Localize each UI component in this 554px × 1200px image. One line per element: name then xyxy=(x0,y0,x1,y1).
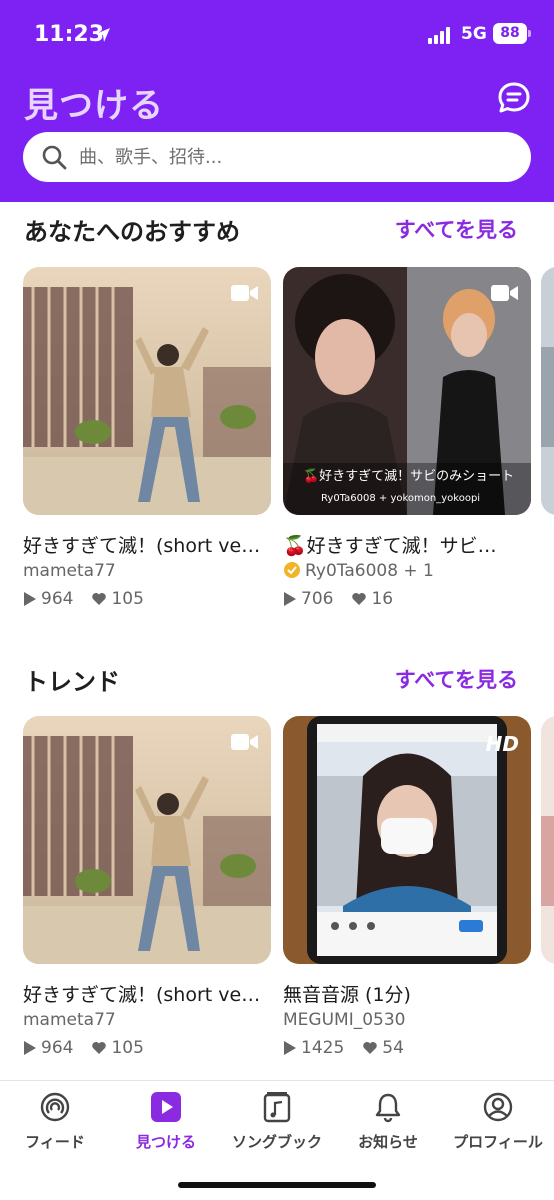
feed-icon xyxy=(40,1092,70,1122)
song-artist[interactable]: MEGUMI_0530 xyxy=(283,1010,405,1030)
video-icon xyxy=(231,285,258,301)
dancer-photo xyxy=(23,267,271,515)
header: 11:23 5G 88 見つける xyxy=(0,0,554,202)
play-count-icon xyxy=(284,592,296,606)
play-count-icon xyxy=(24,592,36,606)
video-icon xyxy=(491,285,518,301)
search-input[interactable] xyxy=(79,132,509,182)
like-count: 105 xyxy=(111,589,144,609)
section-title-recommended: あなたへのおすすめ xyxy=(24,218,240,246)
song-title[interactable]: 好きすぎて滅！(short ve… xyxy=(23,531,279,558)
like-count: 54 xyxy=(382,1038,404,1058)
see-all-trends-link[interactable]: すべてを見る xyxy=(395,664,518,694)
hd-badge: HD xyxy=(485,732,519,756)
song-stats: 964 105 xyxy=(23,1038,144,1058)
bell-icon xyxy=(375,1093,401,1123)
like-count: 16 xyxy=(371,589,394,609)
status-bar: 11:23 5G 88 xyxy=(0,0,554,70)
heart-icon xyxy=(92,1042,107,1054)
song-title[interactable]: 🍒好きすぎて滅！サビ… xyxy=(283,531,521,558)
nav-notifications[interactable]: お知らせ xyxy=(333,1081,443,1161)
song-thumbnail[interactable]: 🍒好きすぎて滅！サビのみショート Ry0Ta6008 + yokomon_yok… xyxy=(283,267,531,515)
play-count-icon xyxy=(284,1041,296,1055)
nav-label: フィード xyxy=(25,1133,85,1151)
dancer-photo xyxy=(23,716,271,964)
overlay-caption: 🍒好きすぎて滅！サビのみショート xyxy=(303,468,514,484)
page-title: 見つける xyxy=(24,86,164,126)
nav-songbook[interactable]: ソングブック xyxy=(222,1081,332,1161)
play-count-icon xyxy=(24,1041,36,1055)
battery-tip xyxy=(528,30,531,37)
song-artist[interactable]: mameta77 xyxy=(23,1010,116,1030)
play-count: 964 xyxy=(41,1038,74,1058)
home-indicator xyxy=(178,1182,376,1188)
nav-feed[interactable]: フィード xyxy=(0,1081,110,1161)
heart-icon xyxy=(363,1042,378,1054)
song-stats: 964 105 xyxy=(23,589,144,609)
signal-icon xyxy=(428,26,454,44)
section-title-trends: トレンド xyxy=(24,668,120,696)
discover-screen: 11:23 5G 88 見つける 曲、歌手、招待... あなたへのおすすめ すべ… xyxy=(0,0,554,1200)
overlay-sub: Ry0Ta6008 + yokomon_yokoopi xyxy=(321,493,480,504)
discover-icon xyxy=(151,1092,181,1122)
play-count: 706 xyxy=(301,589,334,609)
song-artist-name: Ry0Ta6008 + 1 xyxy=(305,561,434,581)
like-count: 105 xyxy=(111,1038,144,1058)
nav-profile[interactable]: プロフィール xyxy=(443,1081,553,1161)
song-thumbnail[interactable]: HD xyxy=(283,716,531,964)
see-all-recommended-link[interactable]: すべてを見る xyxy=(395,214,518,244)
profile-icon xyxy=(483,1092,513,1122)
songbook-icon xyxy=(263,1092,291,1123)
nav-label: プロフィール xyxy=(453,1133,543,1151)
play-count: 1425 xyxy=(301,1038,345,1058)
heart-icon xyxy=(92,593,107,605)
nav-label: 見つける xyxy=(135,1133,196,1151)
nav-discover[interactable]: 見つける xyxy=(111,1081,221,1161)
song-thumbnail[interactable] xyxy=(23,267,271,515)
partial-photo xyxy=(541,716,554,964)
verified-badge-icon xyxy=(284,562,300,578)
song-stats: 706 16 xyxy=(283,589,393,609)
search-icon xyxy=(42,145,67,170)
song-stats: 1425 54 xyxy=(283,1038,404,1058)
location-arrow-icon xyxy=(96,28,110,42)
song-thumbnail[interactable] xyxy=(23,716,271,964)
play-count: 964 xyxy=(41,589,74,609)
nav-label: ソングブック xyxy=(231,1133,322,1151)
video-icon xyxy=(231,734,258,750)
song-thumbnail-partial[interactable] xyxy=(541,716,554,964)
duet-photo: 🍒好きすぎて滅！サビのみショート Ry0Ta6008 + yokomon_yok… xyxy=(283,267,531,515)
song-title[interactable]: 好きすぎて滅！(short ve… xyxy=(23,980,279,1007)
heart-icon xyxy=(352,593,367,605)
battery-icon: 88 xyxy=(493,23,527,44)
network-type: 5G xyxy=(461,24,487,44)
partial-photo xyxy=(541,267,554,515)
nav-label: お知らせ xyxy=(358,1133,418,1151)
song-artist[interactable]: mameta77 xyxy=(23,561,116,581)
song-artist[interactable]: Ry0Ta6008 + 1 xyxy=(283,561,434,581)
search-bar[interactable] xyxy=(23,132,531,182)
song-title[interactable]: 無音音源 (1分) xyxy=(283,980,539,1007)
song-thumbnail-partial[interactable] xyxy=(541,267,554,515)
chat-icon[interactable] xyxy=(496,80,532,116)
